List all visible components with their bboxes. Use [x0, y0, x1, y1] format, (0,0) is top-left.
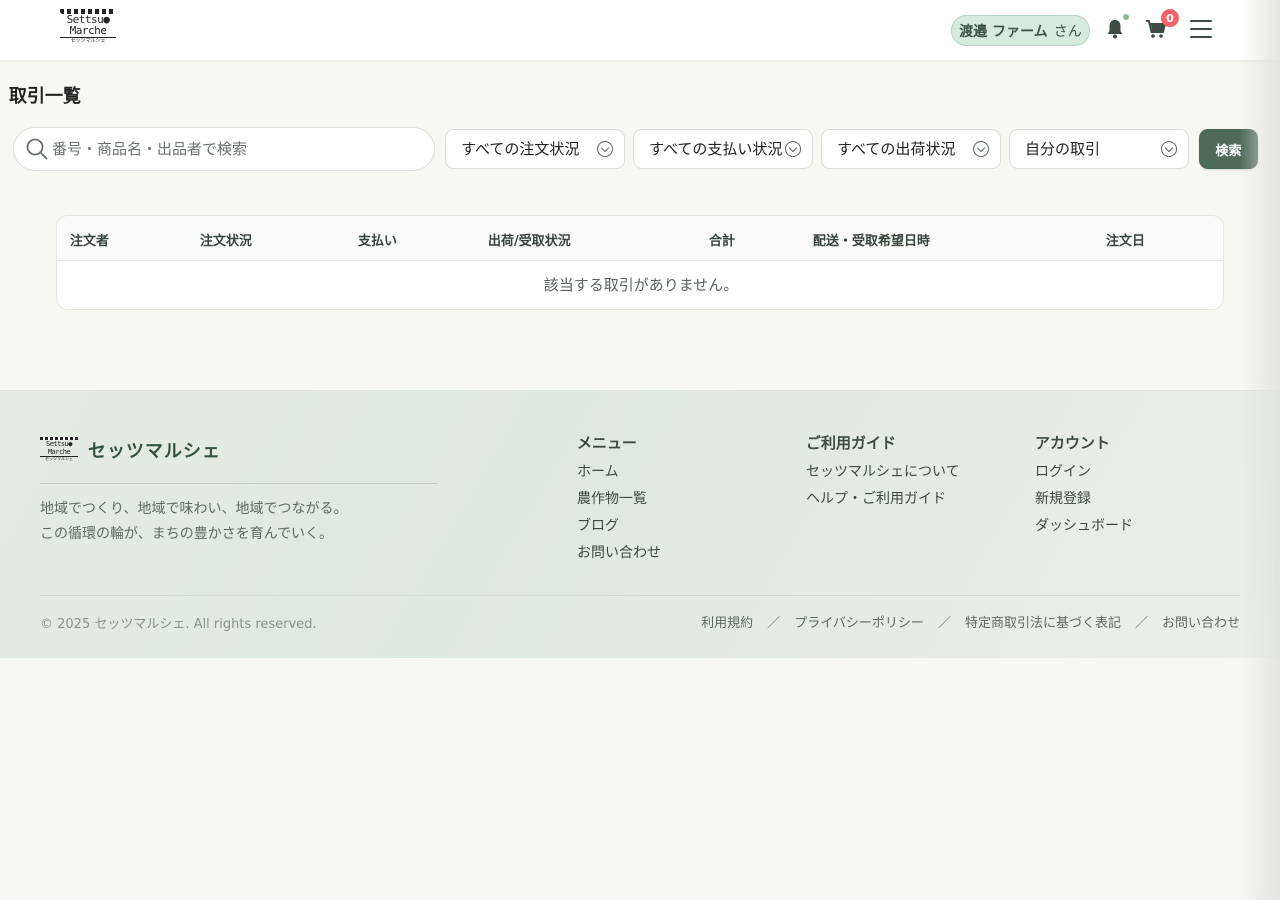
table-header: 注文者 注文状況 支払い 出荷/受取状況 合計 配送・受取希望日時 注文日 [57, 216, 1223, 261]
search-box[interactable] [13, 127, 435, 171]
footer-guide-column: ご利用ガイド セッツマルシェについて ヘルプ・ご利用ガイド [806, 432, 960, 513]
page-title: 取引一覧 [9, 86, 81, 107]
footer-menu-heading: メニュー [577, 434, 638, 452]
order-status-value: すべての注文状況 [461, 140, 580, 158]
hamburger-menu-icon[interactable] [1190, 20, 1212, 40]
footer-logo[interactable]: Settsu● Marche セッツマルシェ [40, 437, 78, 463]
logo-line-2: Marche [47, 448, 71, 456]
transactions-table: 注文者 注文状況 支払い 出荷/受取状況 合計 配送・受取希望日時 注文日 該当… [56, 215, 1224, 310]
search-button[interactable]: 検索 [1199, 129, 1258, 169]
copyright-text: © 2025 セッツマルシェ. All rights reserved. [40, 617, 317, 632]
footer-brand-name: セッツマルシェ [88, 441, 221, 462]
user-name: 渡邉 ファーム [959, 23, 1048, 40]
logo-line-3: セッツマルシェ [40, 456, 78, 461]
legal-link-tokushoho[interactable]: 特定商取引法に基づく表記 [965, 612, 1121, 631]
chevron-down-icon [597, 141, 613, 157]
footer-link-login[interactable]: ログイン [1035, 459, 1133, 486]
footer-separator [40, 595, 1240, 596]
link-separator: ／ [937, 616, 951, 631]
cart-count-badge: 0 [1161, 9, 1179, 27]
tagline-line-1: 地域でつくり、地域で味わい、地域でつながる。 [40, 501, 348, 517]
chevron-down-icon [973, 141, 989, 157]
search-input[interactable] [52, 128, 422, 170]
footer-guide-heading: ご利用ガイド [806, 434, 897, 452]
user-suffix: さん [1053, 23, 1082, 40]
tagline-line-2: この循環の輪が、まちの豊かさを育んでいく。 [40, 526, 334, 542]
column-header: 配送・受取希望日時 [813, 234, 931, 249]
footer-account-column: アカウント ログイン 新規登録 ダッシュボード [1035, 432, 1133, 540]
chevron-down-icon [785, 141, 801, 157]
notification-dot [1123, 14, 1129, 20]
footer-divider [40, 483, 438, 484]
user-chip[interactable]: 渡邉 ファーム さん [951, 15, 1090, 46]
column-header: 合計 [709, 234, 736, 249]
link-separator: ／ [767, 616, 781, 631]
footer-link-help[interactable]: ヘルプ・ご利用ガイド [806, 486, 960, 513]
logo-line-1: Settsu● [45, 440, 73, 448]
footer-account-heading: アカウント [1035, 434, 1111, 452]
footer-link-home[interactable]: ホーム [577, 459, 661, 486]
legal-link-contact[interactable]: お問い合わせ [1162, 612, 1240, 631]
column-header: 注文状況 [200, 234, 253, 249]
column-header: 出荷/受取状況 [488, 234, 571, 249]
link-separator: ／ [1134, 616, 1148, 631]
logo-line-2: Marche [69, 24, 107, 37]
payment-status-value: すべての支払い状況 [649, 140, 783, 158]
footer-menu-column: メニュー ホーム 農作物一覧 ブログ お問い合わせ [577, 432, 661, 567]
column-header: 注文日 [1106, 234, 1146, 249]
footer-link-about[interactable]: セッツマルシェについて [806, 459, 960, 486]
logo-line-3: セッツマルシェ [60, 37, 116, 44]
footer-link-contact[interactable]: お問い合わせ [577, 540, 661, 567]
site-logo[interactable]: Settsu● Marche セッツマルシェ [60, 9, 116, 49]
empty-message: 該当する取引がありません。 [543, 276, 739, 294]
shipping-status-select[interactable]: すべての出荷状況 [821, 129, 1001, 169]
shipping-status-value: すべての出荷状況 [837, 140, 956, 158]
order-status-select[interactable]: すべての注文状況 [445, 129, 625, 169]
payment-status-select[interactable]: すべての支払い状況 [633, 129, 813, 169]
legal-link-terms[interactable]: 利用規約 [701, 612, 753, 631]
footer-link-register[interactable]: 新規登録 [1035, 486, 1133, 513]
footer-link-blog[interactable]: ブログ [577, 513, 661, 540]
site-footer: Settsu● Marche セッツマルシェ セッツマルシェ 地域でつくり、地域… [0, 390, 1280, 658]
chevron-down-icon [1161, 141, 1177, 157]
footer-link-dashboard[interactable]: ダッシュボード [1035, 513, 1133, 540]
scope-value: 自分の取引 [1025, 140, 1101, 158]
column-header: 注文者 [70, 234, 110, 249]
footer-link-products[interactable]: 農作物一覧 [577, 486, 661, 513]
scope-select[interactable]: 自分の取引 [1009, 129, 1189, 169]
legal-link-privacy[interactable]: プライバシーポリシー [794, 612, 924, 631]
bell-icon[interactable] [1105, 18, 1125, 40]
legal-links: 利用規約 ／ プライバシーポリシー ／ 特定商取引法に基づく表記 ／ お問い合わ… [701, 612, 1240, 631]
column-header: 支払い [358, 234, 398, 249]
footer-tagline: 地域でつくり、地域で味わい、地域でつながる。 この循環の輪が、まちの豊かさを育ん… [40, 497, 347, 547]
search-icon [26, 138, 48, 160]
top-header: Settsu● Marche セッツマルシェ 渡邉 ファーム さん 0 [0, 0, 1280, 60]
